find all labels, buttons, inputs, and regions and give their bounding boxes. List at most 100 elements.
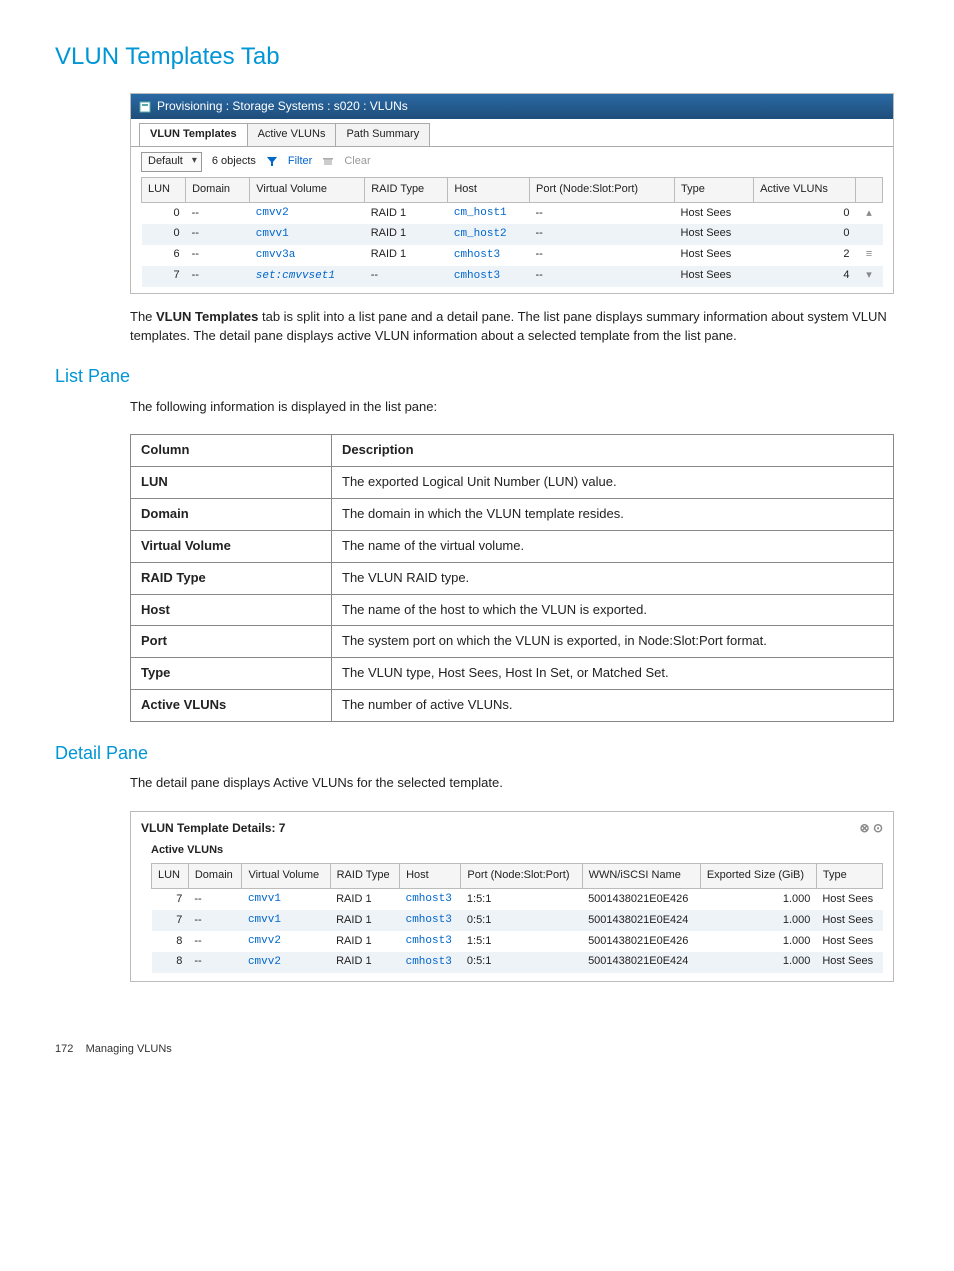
col-port[interactable]: Port (Node:Slot:Port) bbox=[461, 864, 582, 889]
cell-lun: 0 bbox=[142, 203, 186, 224]
tab-path-summary[interactable]: Path Summary bbox=[335, 123, 430, 146]
host-link[interactable]: cmhost3 bbox=[406, 914, 452, 926]
scrollbar-cell bbox=[856, 224, 883, 245]
host-link[interactable]: cmhost3 bbox=[454, 270, 500, 282]
detail-title-bar: VLUN Template Details: 7 ⊗ ⊙ bbox=[141, 820, 883, 837]
cell-port: -- bbox=[530, 245, 675, 266]
col-active-vluns[interactable]: Active VLUNs bbox=[754, 178, 856, 203]
table-row[interactable]: 7--cmvv1RAID 1cmhost31:5:15001438021E0E4… bbox=[152, 889, 883, 910]
col-domain[interactable]: Domain bbox=[186, 178, 250, 203]
tab-vlun-templates[interactable]: VLUN Templates bbox=[139, 123, 248, 146]
col-header-column: Column bbox=[131, 435, 332, 467]
col-host[interactable]: Host bbox=[448, 178, 530, 203]
cell-domain: -- bbox=[186, 224, 250, 245]
table-row[interactable]: 6--cmvv3aRAID 1cmhost3--Host Sees2≡ bbox=[142, 245, 883, 266]
col-raid[interactable]: RAID Type bbox=[365, 178, 448, 203]
cell-host: cmhost3 bbox=[400, 931, 461, 952]
col-vv[interactable]: Virtual Volume bbox=[242, 864, 330, 889]
host-link[interactable]: cmhost3 bbox=[406, 956, 452, 968]
page-footer: 172 Managing VLUNs bbox=[55, 1042, 899, 1058]
cell-size: 1.000 bbox=[700, 952, 816, 973]
desc-column-name: RAID Type bbox=[131, 562, 332, 594]
cell-raid: RAID 1 bbox=[365, 203, 448, 224]
col-raid[interactable]: RAID Type bbox=[330, 864, 399, 889]
cell-type: Host Sees bbox=[675, 203, 754, 224]
scrollbar-header bbox=[856, 178, 883, 203]
cell-wwn: 5001438021E0E424 bbox=[582, 952, 700, 973]
host-link[interactable]: cmhost3 bbox=[406, 893, 452, 905]
filter-link[interactable]: Filter bbox=[288, 154, 312, 170]
host-link[interactable]: cmhost3 bbox=[454, 249, 500, 261]
col-type[interactable]: Type bbox=[675, 178, 754, 203]
list-pane-description-table: Column Description LUNThe exported Logic… bbox=[130, 434, 894, 722]
table-row[interactable]: 8--cmvv2RAID 1cmhost31:5:15001438021E0E4… bbox=[152, 931, 883, 952]
vv-link[interactable]: cmvv1 bbox=[248, 893, 281, 905]
cell-vv: cmvv1 bbox=[242, 889, 330, 910]
cell-port: 1:5:1 bbox=[461, 889, 582, 910]
active-vluns-table: LUN Domain Virtual Volume RAID Type Host… bbox=[151, 863, 883, 973]
host-link[interactable]: cm_host2 bbox=[454, 228, 507, 240]
cell-type: Host Sees bbox=[675, 245, 754, 266]
col-lun[interactable]: LUN bbox=[152, 864, 189, 889]
cell-domain: -- bbox=[186, 203, 250, 224]
detail-pane-intro: The detail pane displays Active VLUNs fo… bbox=[130, 774, 894, 793]
col-lun[interactable]: LUN bbox=[142, 178, 186, 203]
list-pane-heading: List Pane bbox=[55, 363, 899, 389]
cell-port: 0:5:1 bbox=[461, 910, 582, 931]
cell-lun: 7 bbox=[142, 266, 186, 287]
cell-lun: 0 bbox=[142, 224, 186, 245]
cell-lun: 6 bbox=[142, 245, 186, 266]
window-title-bar: Provisioning : Storage Systems : s020 : … bbox=[131, 94, 893, 119]
detail-pane-screenshot: VLUN Template Details: 7 ⊗ ⊙ Active VLUN… bbox=[130, 811, 894, 982]
scope-select[interactable]: Default bbox=[141, 152, 202, 172]
vv-link[interactable]: cmvv2 bbox=[248, 956, 281, 968]
table-row[interactable]: 0--cmvv1RAID 1cm_host2--Host Sees0 bbox=[142, 224, 883, 245]
host-link[interactable]: cm_host1 bbox=[454, 207, 507, 219]
table-row[interactable]: 7--cmvv1RAID 1cmhost30:5:15001438021E0E4… bbox=[152, 910, 883, 931]
col-size[interactable]: Exported Size (GiB) bbox=[700, 864, 816, 889]
vv-link[interactable]: cmvv1 bbox=[256, 228, 289, 240]
vv-link[interactable]: cmvv2 bbox=[248, 935, 281, 947]
window-icon bbox=[139, 98, 151, 115]
vv-link[interactable]: cmvv2 bbox=[256, 207, 289, 219]
cell-lun: 8 bbox=[152, 931, 189, 952]
col-port[interactable]: Port (Node:Slot:Port) bbox=[530, 178, 675, 203]
desc-column-name: Active VLUNs bbox=[131, 690, 332, 722]
desc-column-name: Port bbox=[131, 626, 332, 658]
vv-link[interactable]: cmvv1 bbox=[248, 914, 281, 926]
table-row[interactable]: 8--cmvv2RAID 1cmhost30:5:15001438021E0E4… bbox=[152, 952, 883, 973]
cell-lun: 7 bbox=[152, 889, 189, 910]
intro-paragraph: The VLUN Templates tab is split into a l… bbox=[130, 308, 894, 346]
table-row: LUNThe exported Logical Unit Number (LUN… bbox=[131, 467, 894, 499]
table-row[interactable]: 7--set:cmvvset1--cmhost3--Host Sees4▾ bbox=[142, 266, 883, 287]
cell-size: 1.000 bbox=[700, 910, 816, 931]
clear-link: Clear bbox=[344, 154, 370, 170]
cell-type: Host Sees bbox=[675, 266, 754, 287]
vv-link[interactable]: set:cmvvset1 bbox=[256, 270, 335, 282]
table-row[interactable]: 0--cmvv2RAID 1cm_host1--Host Sees0▴ bbox=[142, 203, 883, 224]
vv-link[interactable]: cmvv3a bbox=[256, 249, 296, 261]
cell-raid: RAID 1 bbox=[330, 889, 399, 910]
page-number: 172 bbox=[55, 1043, 73, 1055]
cell-raid: -- bbox=[365, 266, 448, 287]
col-vv[interactable]: Virtual Volume bbox=[250, 178, 365, 203]
collapse-down-icon[interactable]: ⊙ bbox=[873, 821, 883, 835]
filter-icon[interactable] bbox=[266, 154, 278, 170]
detail-title: VLUN Template Details: 7 bbox=[141, 820, 285, 837]
desc-column-text: The VLUN type, Host Sees, Host In Set, o… bbox=[332, 658, 894, 690]
scrollbar-cell: ≡ bbox=[856, 245, 883, 266]
collapse-up-icon[interactable]: ⊗ bbox=[860, 821, 870, 835]
cell-host: cm_host2 bbox=[448, 224, 530, 245]
col-domain[interactable]: Domain bbox=[188, 864, 242, 889]
cell-vv: cmvv3a bbox=[250, 245, 365, 266]
cell-domain: -- bbox=[186, 245, 250, 266]
desc-column-name: LUN bbox=[131, 467, 332, 499]
col-wwn[interactable]: WWN/iSCSI Name bbox=[582, 864, 700, 889]
table-row: HostThe name of the host to which the VL… bbox=[131, 594, 894, 626]
col-type[interactable]: Type bbox=[816, 864, 882, 889]
col-host[interactable]: Host bbox=[400, 864, 461, 889]
host-link[interactable]: cmhost3 bbox=[406, 935, 452, 947]
tab-active-vluns[interactable]: Active VLUNs bbox=[247, 123, 337, 146]
desc-column-name: Domain bbox=[131, 499, 332, 531]
cell-type: Host Sees bbox=[816, 889, 882, 910]
